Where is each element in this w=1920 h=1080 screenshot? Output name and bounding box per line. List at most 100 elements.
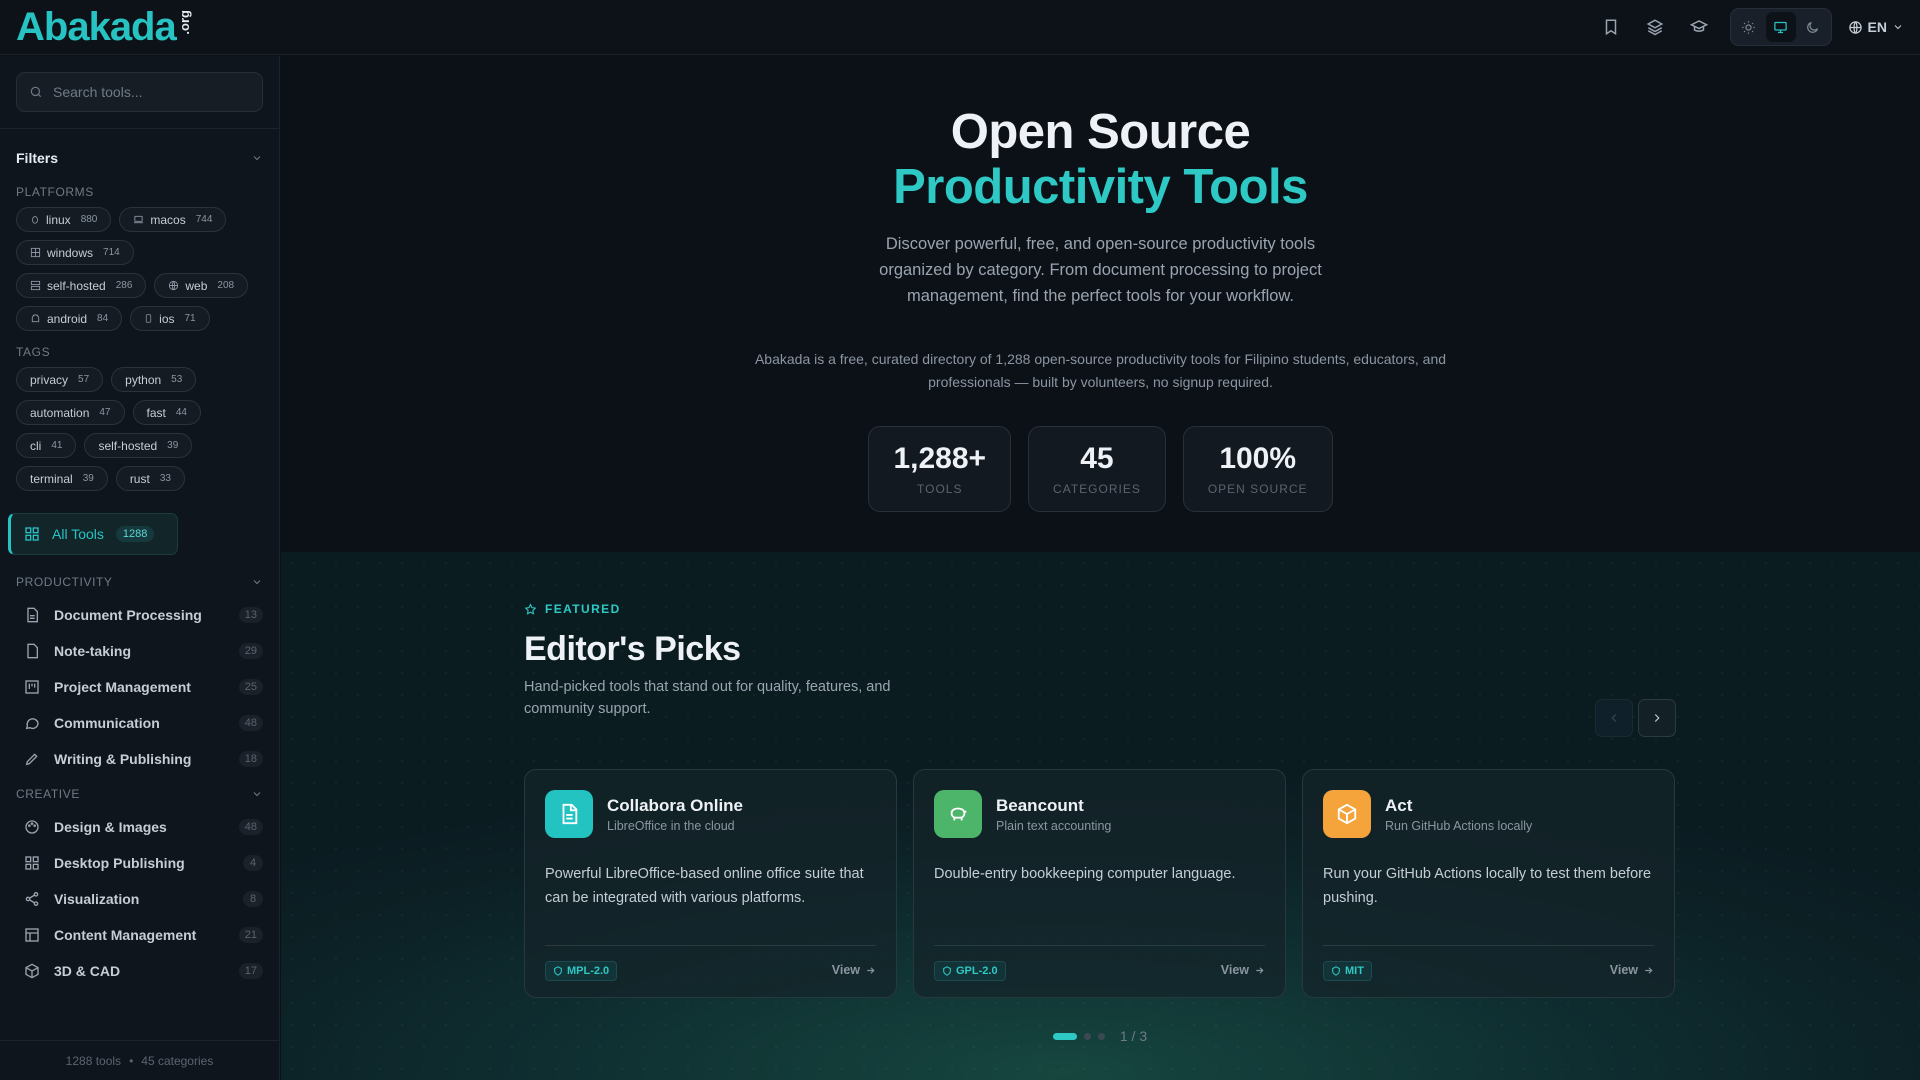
view-link[interactable]: View (1221, 963, 1265, 981)
platform-chip-windows[interactable]: windows 714 (16, 240, 134, 265)
graduation-cap-icon[interactable] (1682, 10, 1716, 44)
card-subtitle: Run GitHub Actions locally (1385, 818, 1533, 833)
search-input[interactable] (53, 84, 243, 100)
card-title: Act (1385, 795, 1413, 815)
star-icon (524, 602, 537, 616)
sidebar-item-3d-cad[interactable]: 3D & CAD 17 (0, 953, 279, 989)
creative-list: Design & Images 48 Desktop Publishing 4 … (0, 809, 279, 989)
chip-count: 744 (195, 214, 213, 225)
shield-icon (1331, 966, 1341, 976)
chevron-down-icon (251, 576, 263, 588)
brand-name: Abakada (16, 5, 177, 49)
featured-tag: FEATURED (524, 602, 621, 616)
sidebar-item-desktop-publishing[interactable]: Desktop Publishing 4 (0, 845, 279, 881)
filters-toggle[interactable]: Filters (0, 147, 279, 169)
server-icon (30, 280, 41, 291)
stat-label: CATEGORIES (1053, 482, 1141, 496)
card-footer: GPL-2.0 View (934, 945, 1265, 981)
chip-label: android (47, 311, 88, 326)
shield-icon (553, 966, 563, 976)
arrow-right-icon (1643, 965, 1654, 976)
layers-icon[interactable] (1638, 10, 1672, 44)
card-description: Double-entry bookkeeping computer langua… (934, 866, 1236, 882)
view-link[interactable]: View (1610, 963, 1654, 981)
sidebar-item-label: Content Management (54, 927, 197, 943)
brand-logo[interactable]: Abakada .org (16, 4, 192, 50)
group-header-creative[interactable]: CREATIVE (0, 787, 279, 801)
sidebar-item-label: 3D & CAD (54, 963, 121, 979)
sidebar-item-label: Communication (54, 715, 160, 731)
platform-chips: linux 880 macos 744 windows 714 self-hos… (0, 207, 270, 331)
stat-label: TOOLS (917, 482, 963, 496)
chip-count: 44 (175, 407, 187, 418)
shield-icon (942, 966, 952, 976)
sidebar-item-content-management[interactable]: Content Management 21 (0, 917, 279, 953)
tool-card-act[interactable]: Act Run GitHub Actions locally Run your … (1302, 769, 1675, 998)
hero-description: Discover powerful, free, and open-source… (879, 235, 1322, 305)
tag-chip-automation[interactable]: automation 47 (16, 400, 125, 425)
tool-card-beancount[interactable]: Beancount Plain text accounting Double-e… (913, 769, 1286, 998)
tag-chip-fast[interactable]: fast 44 (132, 400, 201, 425)
view-label: View (1220, 963, 1249, 977)
sidebar-item-writing-publishing[interactable]: Writing & Publishing 18 (0, 741, 279, 777)
tag-chip-rust[interactable]: rust 33 (115, 466, 185, 491)
group-header-productivity[interactable]: PRODUCTIVITY (0, 575, 279, 589)
sidebar-item-visualization[interactable]: Visualization 8 (0, 881, 279, 917)
pager-dot-1[interactable] (1052, 1032, 1077, 1040)
filters-label: Filters (16, 150, 59, 166)
chip-count: 84 (97, 313, 109, 324)
carousel-prev-button[interactable] (1595, 699, 1633, 737)
chip-label: windows (47, 245, 94, 260)
tag-chip-self-hosted[interactable]: self-hosted 39 (84, 433, 193, 458)
platform-chip-self-hosted[interactable]: self-hosted 286 (16, 273, 147, 298)
stat-value: 45 (1080, 442, 1114, 475)
bookmark-icon[interactable] (1594, 10, 1628, 44)
sun-icon[interactable] (1734, 12, 1764, 42)
carousel-next-button[interactable] (1638, 699, 1676, 737)
pager-dot-2[interactable] (1083, 1032, 1091, 1040)
license-badge: MPL-2.0 (545, 961, 618, 981)
stat-value: 1,288+ (893, 442, 987, 475)
all-tools-link[interactable]: All Tools 1288 (8, 513, 178, 555)
sidebar-item-design-images[interactable]: Design & Images 48 (0, 809, 279, 845)
platform-chip-ios[interactable]: ios 71 (130, 306, 210, 331)
chip-label: ios (159, 311, 175, 326)
tag-chip-privacy[interactable]: privacy 57 (16, 367, 104, 392)
card-header: Collabora Online LibreOffice in the clou… (545, 790, 876, 838)
sidebar-item-note-taking[interactable]: Note-taking 29 (0, 633, 279, 669)
monitor-icon[interactable] (1765, 12, 1796, 42)
table-icon (24, 927, 40, 943)
moon-icon[interactable] (1798, 12, 1828, 42)
sidebar-item-document-processing[interactable]: Document Processing 13 (0, 597, 279, 633)
tag-chip-terminal[interactable]: terminal 39 (16, 466, 108, 491)
platform-chip-linux[interactable]: linux 880 (16, 207, 112, 232)
android-icon (30, 313, 41, 324)
tag-chip-python[interactable]: python 53 (111, 367, 197, 392)
pager-dot-3[interactable] (1097, 1032, 1105, 1040)
view-label: View (1609, 963, 1638, 977)
platform-chip-macos[interactable]: macos 744 (119, 207, 227, 232)
card-footer: MPL-2.0 View (545, 945, 876, 981)
sidebar-item-count: 48 (238, 715, 263, 731)
view-link[interactable]: View (832, 963, 876, 981)
sidebar-item-count: 4 (243, 855, 263, 871)
file-text-icon (545, 790, 593, 838)
chip-count: 39 (167, 440, 179, 451)
group-label: PRODUCTIVITY (16, 575, 113, 589)
tool-card-collabora[interactable]: Collabora Online LibreOffice in the clou… (524, 769, 897, 998)
sidebar-item-project-management[interactable]: Project Management 25 (0, 669, 279, 705)
chip-count: 39 (82, 473, 94, 484)
chip-label: macos (150, 212, 186, 227)
card-footer: MIT View (1323, 945, 1654, 981)
language-selector[interactable]: EN (1848, 19, 1904, 35)
sidebar-item-communication[interactable]: Communication 48 (0, 705, 279, 741)
chip-count: 286 (115, 280, 133, 291)
license-badge: GPL-2.0 (934, 961, 1006, 981)
globe-icon (1848, 20, 1863, 35)
platform-chip-web[interactable]: web 208 (154, 273, 249, 298)
license-label: MIT (1345, 965, 1364, 977)
platform-chip-android[interactable]: android 84 (16, 306, 123, 331)
tag-chip-cli[interactable]: cli 41 (16, 433, 77, 458)
laptop-icon (133, 214, 144, 225)
sidebar-item-label: Writing & Publishing (54, 751, 192, 767)
